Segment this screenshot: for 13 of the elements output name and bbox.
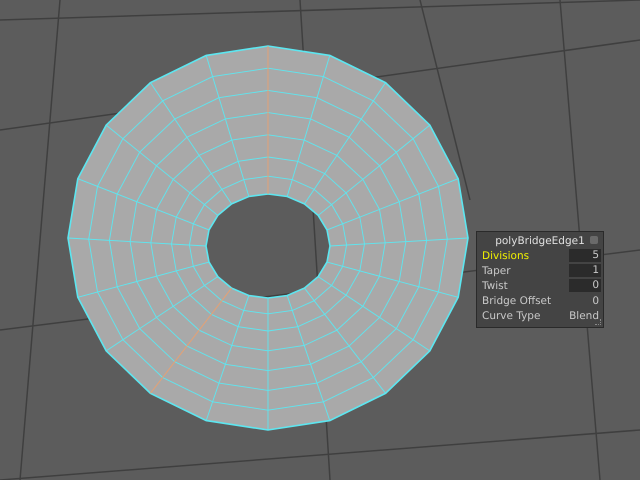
- panel-title: polyBridgeEdge1: [495, 234, 585, 246]
- attribute-value: 0: [592, 294, 600, 306]
- close-icon[interactable]: [590, 236, 598, 244]
- attribute-label[interactable]: Twist: [479, 280, 508, 292]
- value-field[interactable]: 0: [569, 279, 601, 292]
- attribute-label[interactable]: Divisions: [479, 250, 530, 262]
- attribute-label[interactable]: Bridge Offset: [479, 294, 552, 306]
- value-field[interactable]: 1: [569, 264, 601, 277]
- value-field[interactable]: 5: [569, 249, 601, 262]
- attribute-value: Blend: [569, 310, 600, 322]
- attribute-label[interactable]: Taper: [479, 264, 511, 276]
- attribute-label[interactable]: Curve Type: [479, 310, 540, 322]
- resize-grip-icon[interactable]: [595, 319, 601, 325]
